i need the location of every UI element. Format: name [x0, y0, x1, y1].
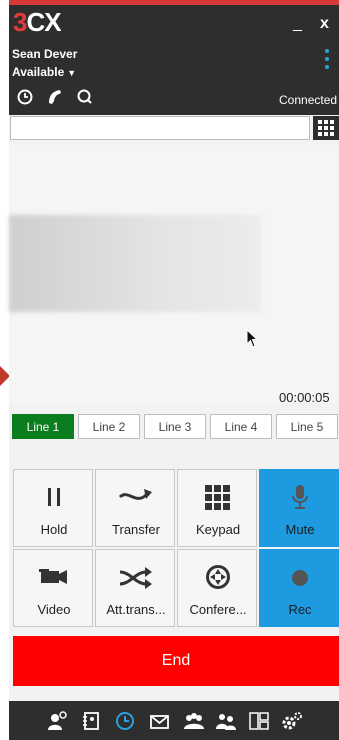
keypad-icon	[205, 485, 230, 510]
clock-icon[interactable]	[15, 87, 35, 107]
attended-transfer-button[interactable]: Att.trans...	[95, 549, 175, 627]
settings-icon[interactable]	[281, 711, 303, 731]
phonebook-icon[interactable]	[80, 711, 102, 731]
video-camera-icon	[39, 569, 67, 584]
group-icon[interactable]	[183, 711, 205, 731]
presence-icon[interactable]	[46, 711, 68, 731]
call-timer: 00:00:05	[279, 390, 330, 405]
voicemail-icon[interactable]	[149, 711, 171, 731]
close-button[interactable]: x	[320, 15, 329, 33]
dial-row	[9, 116, 339, 140]
conference-users-icon[interactable]	[215, 711, 237, 731]
logo-cx: CX	[26, 7, 61, 37]
attended-transfer-label: Att.trans...	[106, 602, 166, 617]
record-button[interactable]: Rec	[259, 549, 339, 627]
header: 3CX _ x Sean Dever Available ▼ Connected	[9, 5, 339, 115]
mute-label: Mute	[285, 522, 315, 537]
connection-status: Connected	[279, 93, 338, 107]
status-label: Available	[12, 65, 65, 79]
status-dropdown[interactable]: Available ▼	[12, 65, 76, 79]
record-label: Rec	[288, 602, 312, 617]
record-icon	[292, 570, 308, 586]
line-tab-1[interactable]: Line 1	[12, 414, 74, 439]
dialpad-button[interactable]	[313, 116, 339, 140]
conference-icon	[206, 565, 230, 589]
conference-button[interactable]: Confere...	[177, 549, 257, 627]
transfer-label: Transfer	[112, 522, 160, 537]
line-tab-4[interactable]: Line 4	[210, 414, 272, 439]
video-button[interactable]: Video	[13, 549, 93, 627]
minimize-button[interactable]: _	[293, 15, 302, 33]
more-options-icon[interactable]	[325, 49, 329, 73]
line-tab-5[interactable]: Line 5	[276, 414, 338, 439]
video-label: Video	[37, 602, 71, 617]
attended-transfer-icon	[119, 567, 152, 589]
line-tab-2[interactable]: Line 2	[78, 414, 140, 439]
pause-icon	[48, 488, 60, 506]
phone-icon[interactable]	[45, 87, 65, 107]
dial-input[interactable]	[10, 116, 310, 140]
user-name: Sean Dever	[12, 47, 78, 61]
mute-button[interactable]: Mute	[259, 469, 339, 547]
recent-calls-icon[interactable]	[114, 711, 136, 731]
logo-three: 3	[13, 7, 28, 37]
keypad-button[interactable]: Keypad	[177, 469, 257, 547]
footer-toolbar	[9, 701, 339, 740]
conference-label: Confere...	[189, 602, 247, 617]
call-info-area: 00:00:05	[9, 145, 339, 405]
end-call-button[interactable]: End	[13, 636, 339, 686]
mouse-pointer-icon	[246, 329, 259, 348]
keypad-label: Keypad	[195, 522, 241, 537]
chevron-down-icon: ▼	[67, 68, 77, 78]
search-icon[interactable]	[75, 87, 95, 107]
dialpad-icon	[318, 120, 334, 136]
transfer-button[interactable]: Transfer	[95, 469, 175, 547]
hold-label: Hold	[40, 522, 68, 537]
softphone-window: 3CX _ x Sean Dever Available▼ Connected	[9, 5, 339, 740]
line-tab-3[interactable]: Line 3	[144, 414, 206, 439]
transfer-icon	[118, 489, 152, 500]
panel-icon[interactable]	[248, 711, 270, 731]
microphone-icon	[292, 485, 308, 509]
hold-button[interactable]: Hold	[13, 469, 93, 547]
blurred-caller-info	[9, 215, 261, 312]
app-logo: 3CX	[13, 7, 62, 38]
